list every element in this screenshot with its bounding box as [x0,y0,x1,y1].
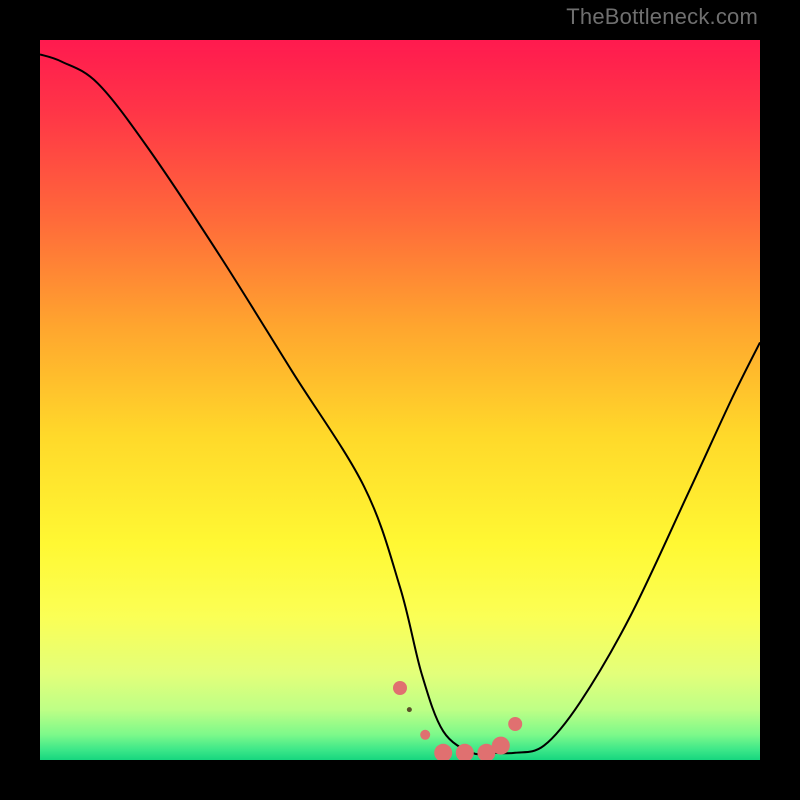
chart-frame: TheBottleneck.com [0,0,800,800]
highlight-point [434,744,452,760]
highlight-point [492,737,510,755]
curve-layer [40,40,760,760]
highlight-point [393,681,407,695]
highlight-markers [393,681,522,760]
watermark-text: TheBottleneck.com [566,4,758,30]
plot-area [40,40,760,760]
highlight-point-dark [407,707,412,712]
highlight-point [508,717,522,731]
bottleneck-curve [40,54,760,754]
highlight-point [420,730,430,740]
